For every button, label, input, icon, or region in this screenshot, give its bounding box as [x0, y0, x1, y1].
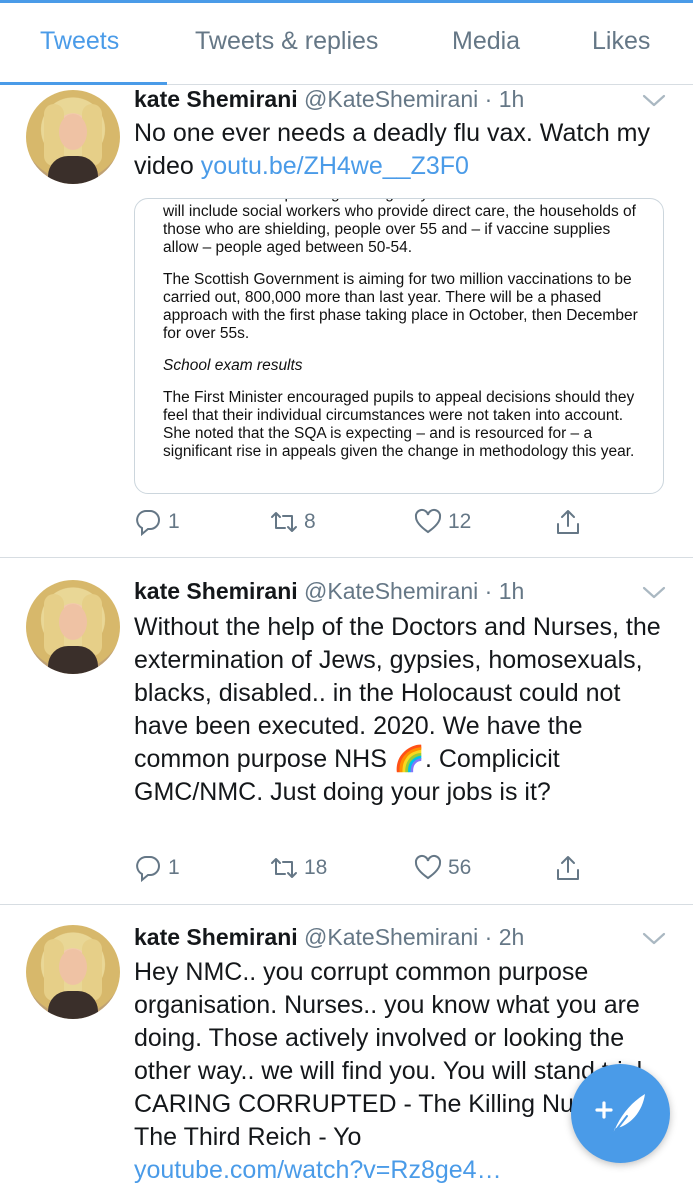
tweet-header: kate Shemirani @KateShemirani · 1h [134, 86, 525, 112]
rainbow-emoji: 🌈 [393, 745, 425, 773]
image-heading: School exam results [163, 357, 303, 374]
tweet[interactable]: kate Shemirani @KateShemirani · 2h Hey N… [0, 905, 693, 1200]
tweet[interactable]: kate Shemirani @KateShemirani · 1h No on… [0, 86, 693, 558]
retweet-icon [271, 512, 297, 532]
share-button[interactable] [554, 508, 588, 536]
share-button[interactable] [554, 854, 588, 882]
reply-count: 1 [168, 856, 180, 879]
tab-tweets-and-replies[interactable]: Tweets & replies [195, 27, 378, 56]
like-button[interactable]: 56 [414, 854, 471, 882]
tweet-time[interactable]: 2h [499, 924, 525, 950]
image-paragraph: Government is expanding the eligibility … [163, 199, 636, 256]
avatar[interactable] [26, 90, 120, 184]
tweet-actions: 1 18 56 [134, 854, 594, 886]
author-handle[interactable]: @KateShemirani [304, 86, 478, 112]
heart-icon [414, 854, 442, 880]
tweet-text: No one ever needs a deadly flu vax. Watc… [134, 117, 674, 183]
attached-image[interactable]: Government is expanding the eligibility … [134, 198, 664, 494]
compose-tweet-icon [595, 1094, 645, 1135]
tab-tweets[interactable]: Tweets [40, 27, 119, 56]
retweet-icon [271, 858, 297, 878]
chevron-down-icon[interactable] [642, 586, 666, 600]
avatar[interactable] [26, 925, 120, 1019]
active-tab-indicator [0, 82, 167, 85]
like-count: 12 [448, 510, 472, 533]
tweet[interactable]: kate Shemirani @KateShemirani · 1h Witho… [0, 558, 693, 905]
share-icon [557, 856, 579, 880]
chevron-down-icon[interactable] [642, 932, 666, 946]
author-handle[interactable]: @KateShemirani [304, 578, 478, 604]
tab-media[interactable]: Media [452, 27, 520, 56]
tweet-header: kate Shemirani @KateShemirani · 1h [134, 578, 525, 604]
reply-icon [136, 510, 160, 536]
reply-count: 1 [168, 510, 180, 533]
retweet-button[interactable]: 18 [270, 854, 327, 882]
author-name[interactable]: kate Shemirani [134, 924, 298, 950]
avatar[interactable] [26, 580, 120, 674]
author-handle[interactable]: @KateShemirani [304, 924, 478, 950]
author-name[interactable]: kate Shemirani [134, 578, 298, 604]
like-count: 56 [448, 856, 472, 879]
tweet-time[interactable]: 1h [499, 578, 525, 604]
like-button[interactable]: 12 [414, 508, 471, 536]
share-icon [557, 510, 579, 534]
reply-button[interactable]: 1 [134, 854, 180, 882]
tweet-actions: 1 8 12 [134, 508, 594, 540]
chevron-down-icon[interactable] [642, 94, 666, 108]
tweet-link[interactable]: youtu.be/ZH4we__Z3F0 [201, 152, 469, 180]
reply-icon [136, 856, 160, 882]
retweet-count: 18 [304, 856, 328, 879]
tweet-text: Without the help of the Doctors and Nurs… [134, 611, 674, 809]
author-name[interactable]: kate Shemirani [134, 86, 298, 112]
profile-tabs: Tweets Tweets & replies Media Likes [0, 3, 693, 85]
retweet-button[interactable]: 8 [270, 508, 316, 536]
reply-button[interactable]: 1 [134, 508, 180, 536]
tab-likes[interactable]: Likes [592, 27, 650, 56]
tweet-header: kate Shemirani @KateShemirani · 2h [134, 924, 525, 950]
tweet-link[interactable]: youtube.com/watch?v=Rz8ge4… [134, 1156, 502, 1184]
heart-icon [414, 508, 442, 534]
tweet-time[interactable]: 1h [499, 86, 525, 112]
compose-tweet-button[interactable] [571, 1064, 670, 1163]
image-paragraph: The Scottish Government is aiming for tw… [163, 271, 638, 342]
retweet-count: 8 [304, 510, 316, 533]
image-paragraph: The First Minister encouraged pupils to … [163, 389, 635, 460]
